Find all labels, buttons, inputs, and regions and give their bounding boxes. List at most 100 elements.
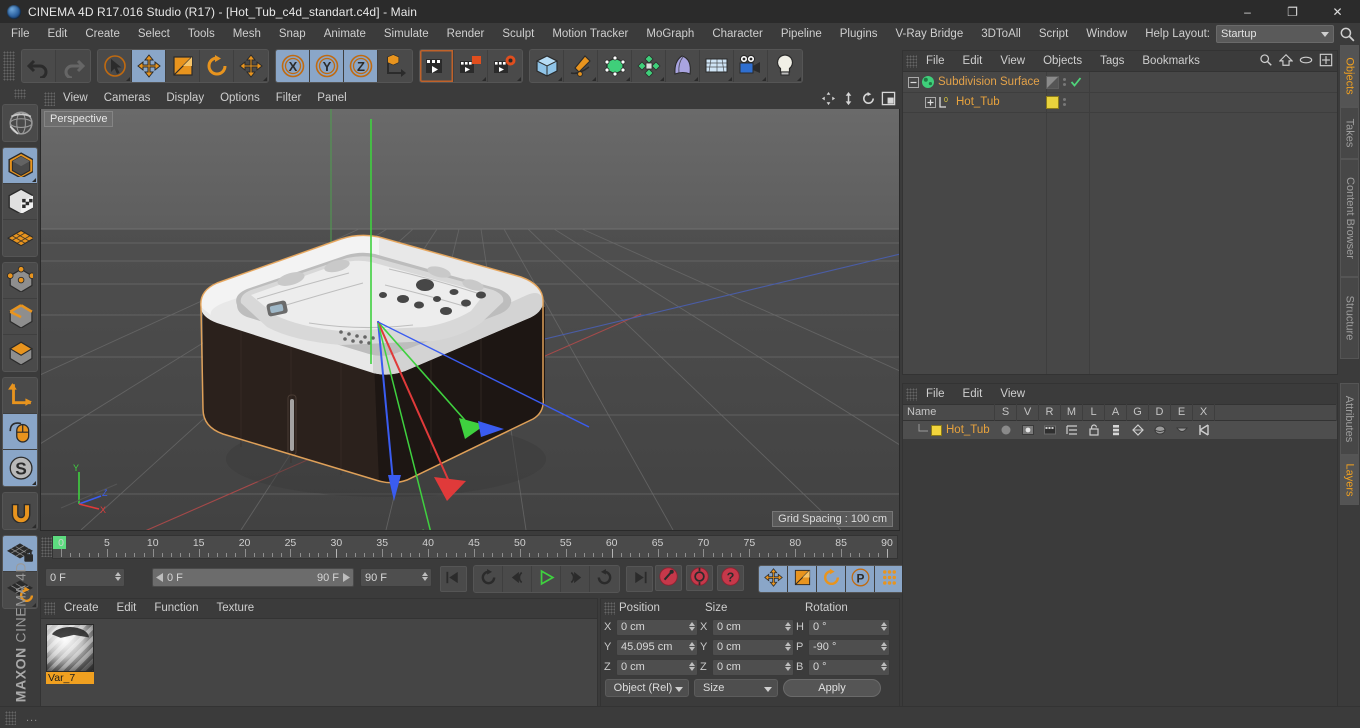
texture-mode-button[interactable] <box>3 184 37 220</box>
vtab-objects[interactable]: Objects <box>1340 45 1359 107</box>
pan-icon[interactable] <box>821 91 836 106</box>
go-to-start-button[interactable] <box>440 566 467 592</box>
expand-collapse-icon[interactable] <box>925 96 936 108</box>
stepper-icon[interactable] <box>881 641 887 651</box>
lock-icon[interactable] <box>1083 424 1105 436</box>
check-icon[interactable] <box>1070 76 1082 88</box>
size-mode-dropdown[interactable]: Size <box>694 679 778 697</box>
vtab-content-browser[interactable]: Content Browser <box>1340 159 1359 277</box>
menu-item-window[interactable]: Window <box>1077 23 1136 45</box>
add-spline-button[interactable] <box>564 50 598 82</box>
layer-menu-view[interactable]: View <box>991 384 1034 404</box>
make-editable-button[interactable] <box>3 105 37 141</box>
layer-column-e[interactable]: E <box>1171 404 1193 421</box>
points-mode-button[interactable] <box>3 263 37 299</box>
viewport-menu-display[interactable]: Display <box>158 88 212 109</box>
viewport-solo-button[interactable] <box>3 414 37 450</box>
apply-button[interactable]: Apply <box>783 679 881 697</box>
position-field-x[interactable]: 0 cm <box>616 618 698 636</box>
current-frame-field[interactable]: 0 F <box>45 568 125 587</box>
menu-item-simulate[interactable]: Simulate <box>375 23 438 45</box>
play-button[interactable] <box>532 566 561 592</box>
search-icon[interactable] <box>1259 53 1273 67</box>
loop-forward-button[interactable] <box>590 566 619 592</box>
close-button[interactable]: ✕ <box>1315 0 1360 23</box>
scale-tool-button[interactable] <box>166 50 200 82</box>
layer-column-r[interactable]: R <box>1039 404 1061 421</box>
key-position-button[interactable] <box>759 566 788 592</box>
object-row-subdivision-surface[interactable]: Subdivision Surface <box>903 72 1337 92</box>
viewport-3d[interactable]: Perspective Grid Spacing : 100 cm Y Z X <box>41 109 899 530</box>
xref-icon[interactable] <box>1193 424 1215 436</box>
coordinate-mode-dropdown[interactable]: Object (Rel) <box>605 679 689 697</box>
size-field-z[interactable]: 0 cm <box>712 658 794 676</box>
material-menu-function[interactable]: Function <box>145 599 207 618</box>
menu-item-edit[interactable]: Edit <box>39 23 77 45</box>
vtab-takes[interactable]: Takes <box>1340 107 1359 159</box>
key-rotation-button[interactable] <box>817 566 846 592</box>
move-alt-button[interactable] <box>234 50 268 82</box>
menu-item-mesh[interactable]: Mesh <box>224 23 270 45</box>
menu-item-select[interactable]: Select <box>129 23 179 45</box>
visible-icon[interactable] <box>1017 424 1039 436</box>
size-field-x[interactable]: 0 cm <box>712 618 794 636</box>
layer-column-x[interactable]: X <box>1193 404 1215 421</box>
toolbar-grip[interactable] <box>3 51 15 81</box>
key-scale-button[interactable] <box>788 566 817 592</box>
viewport-menu-cameras[interactable]: Cameras <box>96 88 159 109</box>
rotation-field-p[interactable]: -90 ° <box>808 638 890 656</box>
max-frame-field[interactable]: 90 F <box>360 568 432 587</box>
layer-menu-file[interactable]: File <box>917 384 954 404</box>
viewport-menu-filter[interactable]: Filter <box>268 88 310 109</box>
zoom-icon[interactable] <box>841 91 856 106</box>
magnet-button[interactable] <box>3 493 37 529</box>
viewport-menu-view[interactable]: View <box>55 88 96 109</box>
render-to-picture-viewer-button[interactable] <box>454 50 488 82</box>
menu-item-render[interactable]: Render <box>438 23 494 45</box>
stepper-icon[interactable] <box>689 661 695 671</box>
key-parameter-button[interactable]: P <box>846 566 875 592</box>
manager-icon[interactable] <box>1061 424 1083 436</box>
timeline-grip[interactable] <box>41 537 52 557</box>
stepper-icon[interactable] <box>689 621 695 631</box>
layer-column-v[interactable]: V <box>1017 404 1039 421</box>
lock-x-button[interactable]: X <box>276 50 310 82</box>
solo-dot-icon[interactable] <box>995 424 1017 436</box>
stepper-icon[interactable] <box>881 661 887 671</box>
menu-item-3dtoall[interactable]: 3DToAll <box>972 23 1030 45</box>
workplane-button[interactable] <box>3 220 37 256</box>
record-keyframe-button[interactable] <box>655 565 682 591</box>
status-grip[interactable] <box>5 710 16 725</box>
layer-column-l[interactable]: L <box>1083 404 1105 421</box>
layer-row-hot-tub[interactable]: Hot_Tub <box>903 421 1337 439</box>
redo-button[interactable] <box>56 50 90 82</box>
render-view-button[interactable] <box>420 50 454 82</box>
stepper-icon[interactable] <box>689 641 695 651</box>
rotation-field-h[interactable]: 0 ° <box>808 618 890 636</box>
animation-icon[interactable] <box>1105 424 1127 436</box>
visibility-dots[interactable] <box>1063 78 1066 86</box>
menu-item-plugins[interactable]: Plugins <box>831 23 887 45</box>
object-menu-bookmarks[interactable]: Bookmarks <box>1133 51 1209 71</box>
stepper-icon[interactable] <box>881 621 887 631</box>
add-scene-button[interactable] <box>666 50 700 82</box>
search-icon[interactable] <box>1339 26 1356 43</box>
object-menu-view[interactable]: View <box>991 51 1034 71</box>
menu-item-mograph[interactable]: MoGraph <box>637 23 703 45</box>
layer-column-s[interactable]: S <box>995 404 1017 421</box>
model-mode-button[interactable] <box>3 148 37 184</box>
stepper-icon[interactable] <box>115 572 121 581</box>
object-row-hot-tub[interactable]: 0 Hot_Tub <box>903 92 1337 112</box>
expression-icon[interactable] <box>1171 424 1193 436</box>
add-deformer-button[interactable] <box>632 50 666 82</box>
vtab-attributes[interactable]: Attributes <box>1340 383 1359 455</box>
autokey-button[interactable] <box>686 565 713 591</box>
menu-item-character[interactable]: Character <box>703 23 772 45</box>
range-left-icon[interactable] <box>156 573 164 582</box>
play-backward-loop-button[interactable] <box>474 566 503 592</box>
layer-column-d[interactable]: D <box>1149 404 1171 421</box>
world-coordinates-button[interactable] <box>378 50 412 82</box>
undo-button[interactable] <box>22 50 56 82</box>
minimize-button[interactable]: – <box>1225 0 1270 23</box>
add-cube-button[interactable] <box>530 50 564 82</box>
